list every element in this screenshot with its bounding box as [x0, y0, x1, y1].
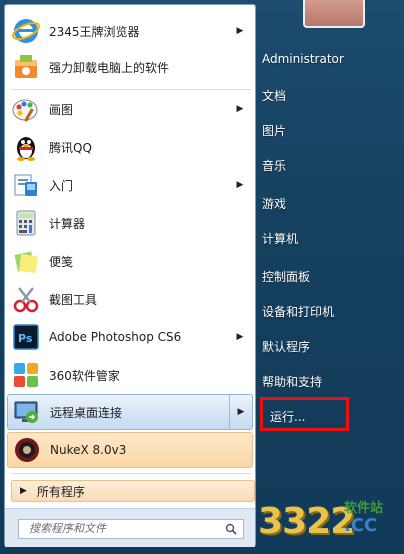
program-label: 截图工具: [49, 292, 98, 307]
user-name-link[interactable]: Administrator: [262, 52, 344, 66]
submenu-arrow-icon[interactable]: ▶: [236, 407, 246, 417]
user-avatar[interactable]: [303, 0, 365, 28]
program-label: 便笺: [49, 254, 74, 269]
help-support-link[interactable]: 帮助和支持: [262, 373, 322, 390]
watermark-bottom-text: .CC: [344, 515, 378, 536]
expand-arrow-icon: ▶: [20, 486, 27, 496]
program-item-snipping-tool[interactable]: 截图工具: [7, 281, 253, 317]
music-link[interactable]: 音乐: [262, 157, 286, 174]
360-software-icon: [14, 363, 38, 387]
watermark-number: 3322: [258, 501, 355, 542]
computer-link[interactable]: 计算机: [262, 230, 298, 247]
divider: [11, 89, 251, 90]
calculator-icon: [16, 210, 36, 236]
program-item-paint[interactable]: 画图 ▶: [7, 91, 253, 127]
search-input[interactable]: [29, 522, 209, 535]
nukex-icon: [15, 438, 39, 462]
qq-penguin-icon: [17, 137, 35, 161]
program-label: 画图: [49, 102, 74, 117]
program-label: 入门: [49, 178, 74, 193]
control-panel-link[interactable]: 控制面板: [262, 268, 310, 285]
program-item-remote-desktop[interactable]: 远程桌面连接 ▶: [7, 394, 253, 430]
svg-text:Ps: Ps: [18, 332, 33, 345]
program-label: 远程桌面连接: [50, 405, 123, 420]
submenu-arrow-icon[interactable]: ▶: [235, 26, 245, 36]
documents-link[interactable]: 文档: [262, 87, 286, 104]
uninstall-icon: [15, 55, 37, 78]
programs-pane: 2345王牌浏览器 ▶ 强力卸载电脑上的软件 画图 ▶ 腾讯QQ 入门 ▶ 计算…: [4, 4, 256, 547]
program-label: NukeX 8.0v3: [50, 443, 127, 457]
photoshop-icon: Ps: [13, 324, 39, 350]
search-box[interactable]: [18, 519, 244, 539]
program-label: 360软件管家: [49, 368, 120, 383]
program-label: 强力卸载电脑上的软件: [49, 60, 170, 75]
site-watermark: 3322 软件站 .CC: [258, 493, 404, 554]
program-label: 腾讯QQ: [49, 140, 92, 155]
program-item-qq[interactable]: 腾讯QQ: [7, 129, 253, 165]
divider: [11, 473, 251, 474]
sticky-notes-icon: [14, 251, 39, 274]
program-item-getting-started[interactable]: 入门 ▶: [7, 167, 253, 203]
program-item-photoshop[interactable]: Ps Adobe Photoshop CS6 ▶: [7, 319, 253, 355]
all-programs-label: 所有程序: [36, 484, 85, 499]
submenu-arrow-icon[interactable]: ▶: [235, 180, 245, 190]
program-label: 2345王牌浏览器: [49, 24, 140, 39]
paint-icon: [12, 99, 38, 122]
getting-started-icon: [14, 174, 37, 196]
watermark-top-text: 软件站: [344, 501, 384, 516]
pictures-link[interactable]: 图片: [262, 122, 286, 139]
program-item-360-software[interactable]: 360软件管家: [7, 357, 253, 393]
snipping-tool-icon: [13, 287, 39, 313]
program-item-2345-browser[interactable]: 2345王牌浏览器 ▶: [7, 13, 253, 49]
submenu-arrow-icon[interactable]: ▶: [235, 104, 245, 114]
run-highlight-box: [260, 397, 349, 431]
program-item-calculator[interactable]: 计算器: [7, 205, 253, 241]
program-label: Adobe Photoshop CS6: [49, 330, 182, 344]
program-label: 计算器: [49, 216, 86, 231]
games-link[interactable]: 游戏: [262, 195, 286, 212]
default-programs-link[interactable]: 默认程序: [262, 338, 310, 355]
ie-browser-icon: [12, 19, 40, 43]
program-item-nukex[interactable]: NukeX 8.0v3: [7, 432, 253, 468]
devices-printers-link[interactable]: 设备和打印机: [262, 303, 334, 320]
search-area: [5, 508, 255, 547]
submenu-arrow-icon[interactable]: ▶: [235, 332, 245, 342]
program-item-sticky-notes[interactable]: 便笺: [7, 243, 253, 279]
program-item-uninstaller[interactable]: 强力卸载电脑上的软件: [7, 49, 253, 85]
search-icon[interactable]: [225, 523, 237, 535]
remote-desktop-icon: [14, 401, 38, 423]
all-programs-button[interactable]: ▶ 所有程序: [11, 480, 255, 502]
